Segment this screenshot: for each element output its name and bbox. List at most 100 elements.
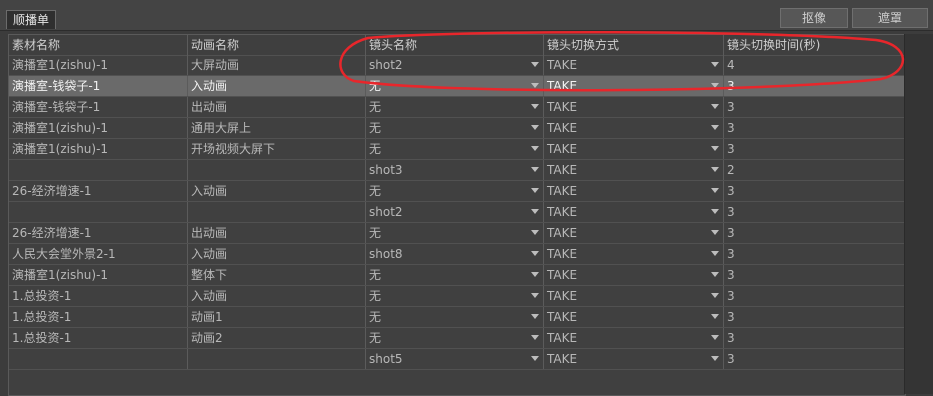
animation-cell[interactable] [188,349,366,369]
animation-cell[interactable]: 动画2 [188,328,366,348]
material-cell[interactable]: 演播室-钱袋子-1 [9,76,188,96]
table-row[interactable]: 演播室1(zishu)-1 大屏动画 shot2 TAKE 4 [9,55,905,76]
table-row[interactable]: 26-经济增速-1 入动画无 TAKE 3 [9,181,905,202]
chevron-down-icon[interactable] [711,125,719,130]
chevron-down-icon[interactable] [711,230,719,235]
chevron-down-icon[interactable] [531,230,539,235]
animation-cell[interactable] [188,202,366,222]
shot-dropdown[interactable]: shot5 [366,349,544,369]
animation-cell[interactable] [188,160,366,180]
chevron-down-icon[interactable] [531,272,539,277]
switch-time-cell[interactable]: 3 [724,349,905,369]
switch-time-cell[interactable]: 3 [724,328,905,348]
chevron-down-icon[interactable] [531,125,539,130]
shot-dropdown[interactable]: shot2 [366,55,544,75]
switch-mode-dropdown[interactable]: TAKE [544,265,724,285]
switch-mode-dropdown[interactable]: TAKE [544,118,724,138]
material-cell[interactable] [9,349,188,369]
shot-dropdown[interactable]: 无 [366,328,544,348]
switch-mode-dropdown[interactable]: TAKE [544,55,724,75]
table-row[interactable]: 26-经济增速-1 出动画无 TAKE 3 [9,223,905,244]
capture-button[interactable]: 抠像 [780,8,848,28]
switch-mode-dropdown[interactable]: TAKE [544,244,724,264]
chevron-down-icon[interactable] [711,104,719,109]
chevron-down-icon[interactable] [531,251,539,256]
switch-mode-dropdown[interactable]: TAKE [544,181,724,201]
animation-cell[interactable]: 入动画 [188,181,366,201]
shot-dropdown[interactable]: 无 [366,181,544,201]
animation-cell[interactable]: 开场视频大屏下 [188,139,366,159]
material-cell[interactable]: 演播室-钱袋子-1 [9,97,188,117]
material-cell[interactable]: 人民大会堂外景2-1 [9,244,188,264]
table-row[interactable]: 演播室1(zishu)-1 整体下无 TAKE 3 [9,265,905,286]
animation-cell[interactable]: 入动画 [188,76,366,96]
chevron-down-icon[interactable] [531,293,539,298]
switch-time-cell[interactable]: 3 [724,265,905,285]
chevron-down-icon[interactable] [531,146,539,151]
chevron-down-icon[interactable] [711,146,719,151]
switch-time-cell[interactable]: 3 [724,286,905,306]
shot-dropdown[interactable]: 无 [366,307,544,327]
switch-mode-dropdown[interactable]: TAKE [544,202,724,222]
switch-time-cell[interactable]: 3 [724,118,905,138]
chevron-down-icon[interactable] [711,209,719,214]
header-shot[interactable]: 镜头名称 [366,35,544,55]
animation-cell[interactable]: 入动画 [188,244,366,264]
shot-dropdown[interactable]: 无 [366,97,544,117]
material-cell[interactable]: 演播室1(zishu)-1 [9,118,188,138]
table-row[interactable]: 演播室-钱袋子-1 出动画无 TAKE 3 [9,97,905,118]
switch-mode-dropdown[interactable]: TAKE [544,328,724,348]
switch-time-cell[interactable]: 3 [724,244,905,264]
shot-dropdown[interactable]: 无 [366,286,544,306]
chevron-down-icon[interactable] [711,251,719,256]
chevron-down-icon[interactable] [711,356,719,361]
table-row[interactable]: 人民大会堂外景2-1 入动画 shot8 TAKE 3 [9,244,905,265]
chevron-down-icon[interactable] [531,62,539,67]
chevron-down-icon[interactable] [711,188,719,193]
animation-cell[interactable]: 入动画 [188,286,366,306]
switch-mode-dropdown[interactable]: TAKE [544,286,724,306]
chevron-down-icon[interactable] [531,314,539,319]
header-animation[interactable]: 动画名称 [188,35,366,55]
shot-dropdown[interactable]: shot8 [366,244,544,264]
animation-cell[interactable]: 大屏动画 [188,55,366,75]
switch-mode-dropdown[interactable]: TAKE [544,97,724,117]
material-cell[interactable]: 26-经济增速-1 [9,223,188,243]
material-cell[interactable]: 演播室1(zishu)-1 [9,265,188,285]
animation-cell[interactable]: 出动画 [188,97,366,117]
table-row[interactable]: 演播室-钱袋子-1 入动画无 TAKE 3 [9,76,905,97]
switch-time-cell[interactable]: 3 [724,97,905,117]
tab-playlist[interactable]: 顺播单 [6,10,57,29]
mask-button[interactable]: 遮罩 [852,8,928,28]
material-cell[interactable]: 演播室1(zishu)-1 [9,139,188,159]
chevron-down-icon[interactable] [531,356,539,361]
switch-time-cell[interactable]: 4 [724,55,905,75]
switch-time-cell[interactable]: 3 [724,139,905,159]
switch-time-cell[interactable]: 3 [724,223,905,243]
shot-dropdown[interactable]: 无 [366,76,544,96]
switch-mode-dropdown[interactable]: TAKE [544,307,724,327]
table-row[interactable]: shot3 TAKE 2 [9,160,905,181]
header-material[interactable]: 素材名称 [9,35,188,55]
shot-dropdown[interactable]: 无 [366,223,544,243]
table-row[interactable]: 1.总投资-1 入动画无 TAKE 3 [9,286,905,307]
shot-dropdown[interactable]: shot2 [366,202,544,222]
chevron-down-icon[interactable] [711,272,719,277]
animation-cell[interactable]: 通用大屏上 [188,118,366,138]
switch-time-cell[interactable]: 2 [724,160,905,180]
table-row[interactable]: shot2 TAKE 3 [9,202,905,223]
switch-mode-dropdown[interactable]: TAKE [544,139,724,159]
switch-mode-dropdown[interactable]: TAKE [544,349,724,369]
material-cell[interactable]: 1.总投资-1 [9,328,188,348]
animation-cell[interactable]: 整体下 [188,265,366,285]
chevron-down-icon[interactable] [531,188,539,193]
material-cell[interactable]: 26-经济增速-1 [9,181,188,201]
switch-time-cell[interactable]: 3 [724,202,905,222]
table-row[interactable]: 1.总投资-1 动画1 无 TAKE 3 [9,307,905,328]
chevron-down-icon[interactable] [711,83,719,88]
chevron-down-icon[interactable] [711,62,719,67]
table-row[interactable]: 1.总投资-1 动画2 无 TAKE 3 [9,328,905,349]
chevron-down-icon[interactable] [531,83,539,88]
material-cell[interactable]: 1.总投资-1 [9,286,188,306]
chevron-down-icon[interactable] [531,104,539,109]
